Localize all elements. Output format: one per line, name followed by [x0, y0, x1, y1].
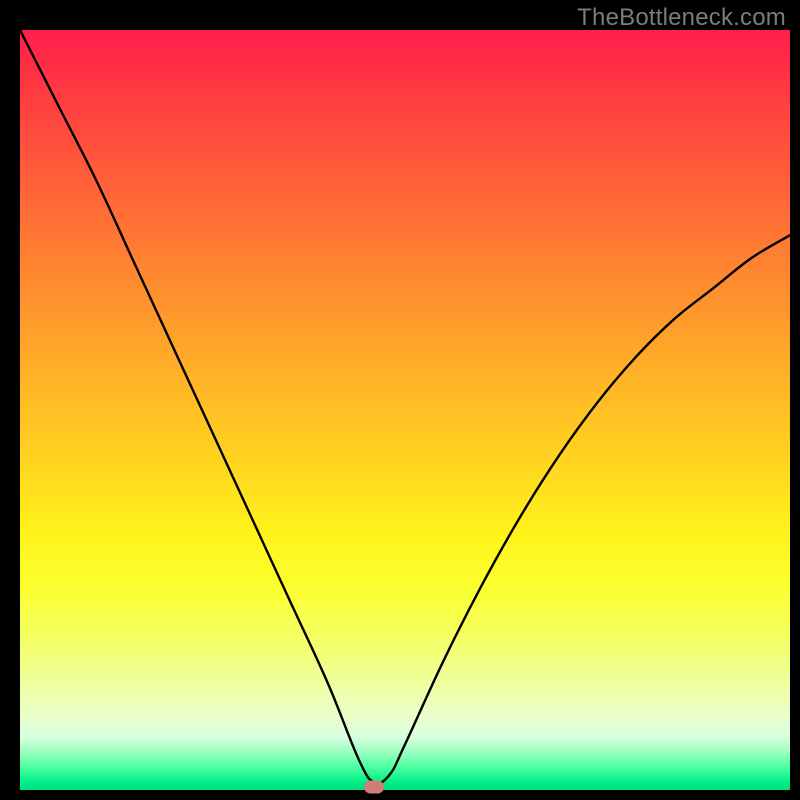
- bottleneck-curve: [20, 30, 790, 790]
- plot-area: [20, 30, 790, 790]
- chart-frame: TheBottleneck.com: [0, 0, 800, 800]
- watermark-text: TheBottleneck.com: [577, 4, 786, 32]
- optimum-marker: [364, 781, 384, 794]
